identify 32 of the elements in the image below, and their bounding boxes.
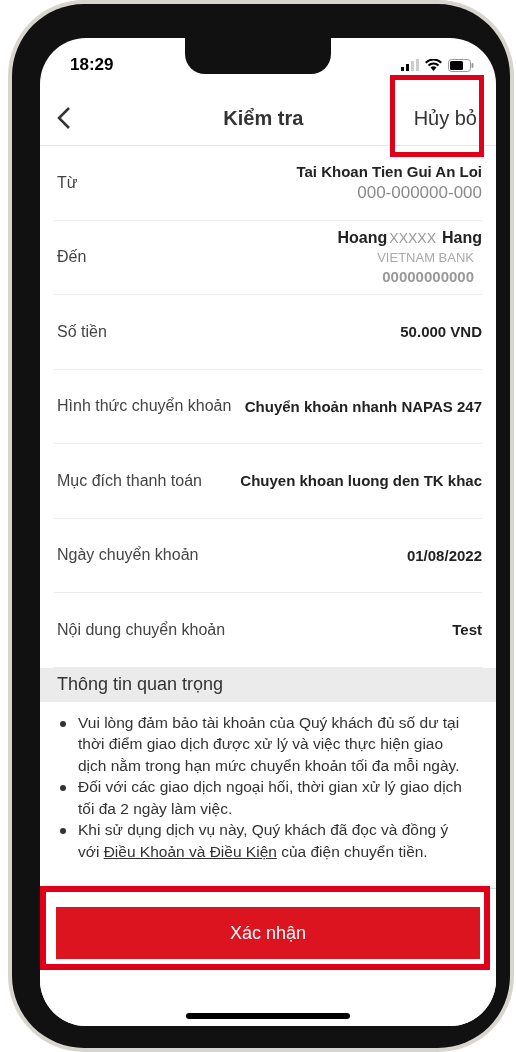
section-header: Thông tin quan trọng: [40, 667, 496, 702]
recipient-last-name: Hang: [442, 228, 482, 249]
masked-name: XXXXX: [389, 229, 436, 249]
cancel-button[interactable]: Hủy bỏ: [410, 96, 480, 139]
status-time: 18:29: [70, 54, 114, 77]
terms-link[interactable]: Điều Khoản và Điều Kiện: [103, 842, 277, 860]
detail-label: Hình thức chuyển khoản: [57, 396, 232, 417]
info-text: Khi sử dụng dịch vụ này, Quý khách đã đọc và đồng ý với Điều Khoản và Điều Kiện của điện chuyển tiền.: [78, 820, 450, 862]
detail-label: Ngày chuyển khoản: [57, 545, 199, 566]
detail-value: 01/08/2022: [406, 545, 482, 566]
detail-label: Số tiền: [57, 321, 107, 342]
detail-value: Test: [452, 620, 482, 641]
detail-value: Chuyen khoan luong den TK khac: [240, 471, 482, 492]
recipient-first-name: Hoang: [337, 228, 388, 249]
detail-label: Đến: [57, 247, 87, 268]
account-number: 000-000000-000: [357, 182, 482, 205]
detail-label: Nội dung chuyển khoản: [57, 619, 226, 640]
account-number: 00000000000: [382, 267, 475, 288]
battery-icon: [448, 58, 474, 72]
detail-value: 50.000 VND: [400, 322, 482, 343]
confirm-button[interactable]: Xác nhận: [56, 907, 480, 959]
detail-value: Chuyển khoản nhanh NAPAS 247: [244, 396, 482, 417]
back-chevron-icon: [57, 105, 71, 130]
signal-icon: [401, 59, 419, 71]
info-text: Đối với các giao dịch ngoại hối, thời gian xử lý giao dịch tối đa 2 ngày làm việc.: [78, 777, 463, 819]
detail-label: Mục đích thanh toán: [57, 470, 202, 491]
bank-name: VIETNAM BANK: [377, 249, 475, 268]
detail-value: Tai Khoan Tien Gui An Loi: [296, 162, 482, 183]
info-text: Vui lòng đảm bảo tài khoản của Quý khách đủ số dư tại thời điểm giao dịch được xử lý và việc thực hiện giao dịch nằm trong hạn mức chuyển khoản tối đa mỗi ngày.: [78, 712, 461, 776]
page-title: Kiểm tra: [223, 105, 304, 131]
detail-label: Từ: [57, 172, 78, 193]
wifi-icon: [425, 59, 442, 71]
